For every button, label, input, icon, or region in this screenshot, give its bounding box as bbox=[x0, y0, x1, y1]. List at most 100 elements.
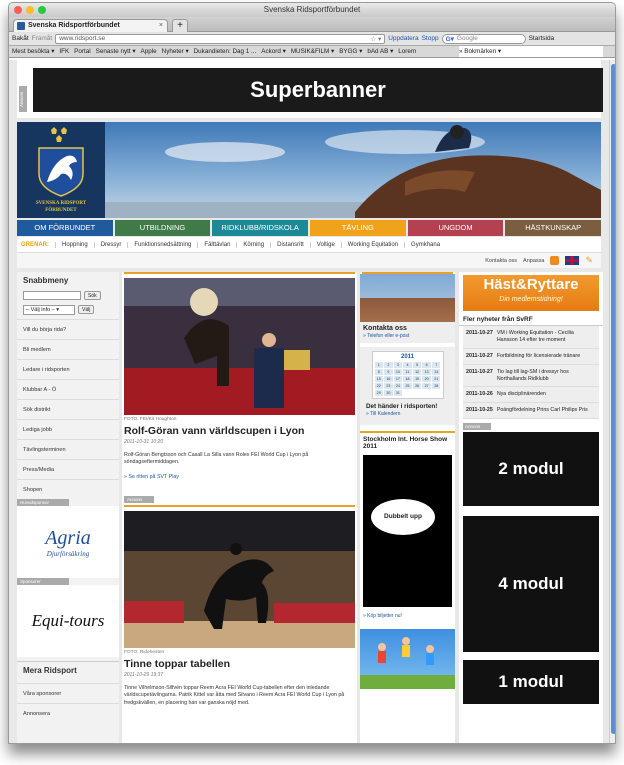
tag-icon[interactable]: ✎ bbox=[585, 255, 593, 266]
home-button[interactable]: Startsida bbox=[529, 35, 555, 42]
org-logo[interactable]: SVENSKA RIDSPORT FÖRBUNDET bbox=[17, 122, 105, 218]
back-button[interactable]: Bakåt bbox=[12, 35, 29, 42]
subnav-item[interactable]: Voltige bbox=[309, 241, 341, 248]
quick-menu-item[interactable]: Ledare i ridsporten bbox=[17, 359, 119, 379]
calendar-day[interactable]: 18 bbox=[403, 376, 412, 382]
new-tab-button[interactable]: + bbox=[172, 19, 188, 32]
search-field[interactable]: G▾ Google bbox=[441, 33, 526, 44]
bookmark-item[interactable]: Lorem bbox=[398, 48, 416, 55]
bookmark-item[interactable]: bAd AB ▾ bbox=[367, 48, 393, 55]
info-select-button[interactable]: Välj bbox=[78, 305, 95, 314]
site-search-input[interactable] bbox=[23, 291, 81, 300]
calendar-day[interactable]: 9 bbox=[384, 369, 393, 375]
calendar-day[interactable]: 23 bbox=[384, 383, 393, 389]
calendar-day[interactable]: 4 bbox=[403, 362, 412, 368]
dubbelt-upp-ad[interactable]: Dubbelt upp bbox=[363, 455, 452, 607]
contact-box[interactable]: Kontakta oss » Telefon eller e-post bbox=[360, 274, 455, 343]
calendar-day[interactable]: 20 bbox=[422, 376, 431, 382]
bookmark-item[interactable]: Nyheter ▾ bbox=[162, 48, 189, 55]
subnav-item[interactable]: Fälttävlan bbox=[197, 241, 236, 248]
calendar-day[interactable]: 25 bbox=[403, 383, 412, 389]
stop-button[interactable]: Stopp bbox=[422, 35, 439, 42]
calendar-day[interactable]: 19 bbox=[412, 376, 422, 382]
quick-menu-item[interactable]: Press/Media bbox=[17, 459, 119, 479]
calendar-day[interactable]: 2 bbox=[384, 362, 393, 368]
equitours-logo[interactable]: Equi-tours bbox=[17, 585, 119, 657]
calendar-day[interactable]: 14 bbox=[431, 369, 441, 375]
close-tab-icon[interactable]: × bbox=[159, 20, 163, 32]
bookmark-item[interactable]: Ackord ▾ bbox=[261, 48, 286, 55]
nav-tavling[interactable]: TÄVLING bbox=[310, 220, 406, 236]
minimize-window-icon[interactable] bbox=[26, 6, 34, 14]
contact-link[interactable]: » Telefon eller e-post bbox=[360, 332, 455, 343]
news-item[interactable]: 2011-10-27 VM i Working Equitation - Ceci… bbox=[463, 326, 599, 349]
article-title[interactable]: Rolf-Göran vann världscupen i Lyon bbox=[122, 424, 357, 438]
subnav-item[interactable]: Distansritt bbox=[270, 241, 310, 248]
calendar-day[interactable]: 21 bbox=[431, 376, 441, 382]
hast-ryttare-ad[interactable]: Häst&Ryttare Din medlemstidning! bbox=[463, 275, 599, 311]
calendar-day[interactable]: 27 bbox=[422, 383, 431, 389]
site-search-button[interactable]: Sök bbox=[84, 291, 101, 300]
scrollbar-thumb[interactable] bbox=[611, 64, 615, 734]
calendar-day[interactable]: 7 bbox=[431, 362, 441, 368]
subnav-item[interactable]: Körning bbox=[236, 241, 270, 248]
browser-tab[interactable]: Svenska Ridsportförbundet × bbox=[13, 19, 168, 32]
zoom-window-icon[interactable] bbox=[38, 6, 46, 14]
bookmark-item[interactable]: Portal bbox=[74, 48, 90, 55]
subnav-item[interactable]: Hoppning bbox=[55, 241, 94, 248]
calendar-day[interactable]: 8 bbox=[374, 369, 384, 375]
jumping-kids-photo[interactable] bbox=[360, 629, 455, 689]
mera-menu-item[interactable]: Våra sponsorer bbox=[17, 683, 119, 703]
calendar-day[interactable]: 29 bbox=[374, 390, 384, 396]
ticket-link[interactable]: » Köp biljetter nu! bbox=[360, 609, 455, 623]
news-item[interactable]: 2011-10-26 Nya disciplinärenden bbox=[463, 387, 599, 404]
quick-menu-item[interactable]: Shopen bbox=[17, 479, 119, 499]
modul-1-ad[interactable]: 1 modul bbox=[463, 660, 599, 705]
bookmark-item[interactable]: Dukandieten: Dag 1 ... bbox=[194, 48, 257, 55]
bookmark-star-icon[interactable]: ☆ ▾ bbox=[370, 35, 381, 43]
calendar-day[interactable]: 13 bbox=[422, 369, 431, 375]
calendar-day[interactable]: 28 bbox=[431, 383, 441, 389]
nav-ungdom[interactable]: UNGDOM bbox=[407, 220, 504, 236]
url-bar[interactable]: www.ridsport.se ☆ ▾ bbox=[55, 33, 386, 44]
news-item[interactable]: 2011-10-25 Poängfördelning Prins Carl Phi… bbox=[463, 403, 599, 420]
nav-om-forbundet[interactable]: OM FÖRBUNDET bbox=[17, 220, 113, 236]
calendar-widget[interactable]: 2011 1 2 3 4 5 6 7 8 9 10 11 12 13 14 15 16 17 18 19 20 21 22… bbox=[371, 351, 444, 399]
article-link[interactable]: » Se ritten på SVT Play bbox=[122, 468, 357, 486]
forward-button[interactable]: Framåt bbox=[32, 35, 53, 42]
calendar-day[interactable]: 11 bbox=[403, 369, 412, 375]
bookmark-item[interactable]: Mest besökta ▾ bbox=[12, 48, 54, 55]
vertical-scrollbar[interactable] bbox=[609, 60, 615, 743]
news-item[interactable]: 2011-10-27 Fortbildning för licensierade … bbox=[463, 349, 599, 365]
contact-link[interactable]: Kontakta oss bbox=[485, 258, 517, 264]
calendar-day[interactable]: 15 bbox=[374, 376, 384, 382]
close-window-icon[interactable] bbox=[14, 6, 22, 14]
calendar-day[interactable]: 17 bbox=[393, 376, 403, 382]
subnav-item[interactable]: Working Equitation bbox=[340, 241, 404, 248]
english-flag-icon[interactable] bbox=[565, 256, 580, 265]
calendar-day[interactable]: 5 bbox=[412, 362, 422, 368]
quick-menu-item[interactable]: Tävlingsterminen bbox=[17, 439, 119, 459]
superbanner-ad[interactable]: Superbanner bbox=[33, 68, 603, 112]
info-select[interactable]: – Välj info – ▾ bbox=[23, 305, 75, 315]
bookmark-item[interactable]: IFK bbox=[59, 48, 69, 55]
nav-hastkunskap[interactable]: HÄSTKUNSKAP bbox=[505, 220, 602, 236]
bookmark-item[interactable]: Senaste nytt ▾ bbox=[96, 48, 136, 55]
calendar-day[interactable]: 3 bbox=[393, 362, 403, 368]
bookmark-item[interactable]: Apple bbox=[141, 48, 157, 55]
quick-menu-item[interactable]: Klubbar A - Ö bbox=[17, 379, 119, 399]
nav-ridklubb[interactable]: RIDKLUBB/RIDSKOLA bbox=[212, 220, 309, 236]
calendar-day[interactable]: 6 bbox=[422, 362, 431, 368]
calendar-day[interactable]: 12 bbox=[412, 369, 422, 375]
subnav-item[interactable]: Gymkhana bbox=[404, 241, 446, 248]
mera-menu-item[interactable]: Annonsera bbox=[17, 703, 119, 723]
reload-button[interactable]: Uppdatera bbox=[388, 35, 418, 42]
quick-menu-item[interactable]: Bli medlem bbox=[17, 339, 119, 359]
article-title[interactable]: Tinne toppar tabellen bbox=[122, 657, 357, 671]
calendar-day[interactable]: 10 bbox=[393, 369, 403, 375]
calendar-link[interactable]: » Till Kalendern bbox=[363, 410, 452, 421]
bookmark-item[interactable]: MUSIK&FILM ▾ bbox=[291, 48, 334, 55]
nav-utbildning[interactable]: UTBILDNING bbox=[114, 220, 211, 236]
calendar-day[interactable]: 24 bbox=[393, 383, 403, 389]
article-photo[interactable] bbox=[124, 511, 355, 649]
